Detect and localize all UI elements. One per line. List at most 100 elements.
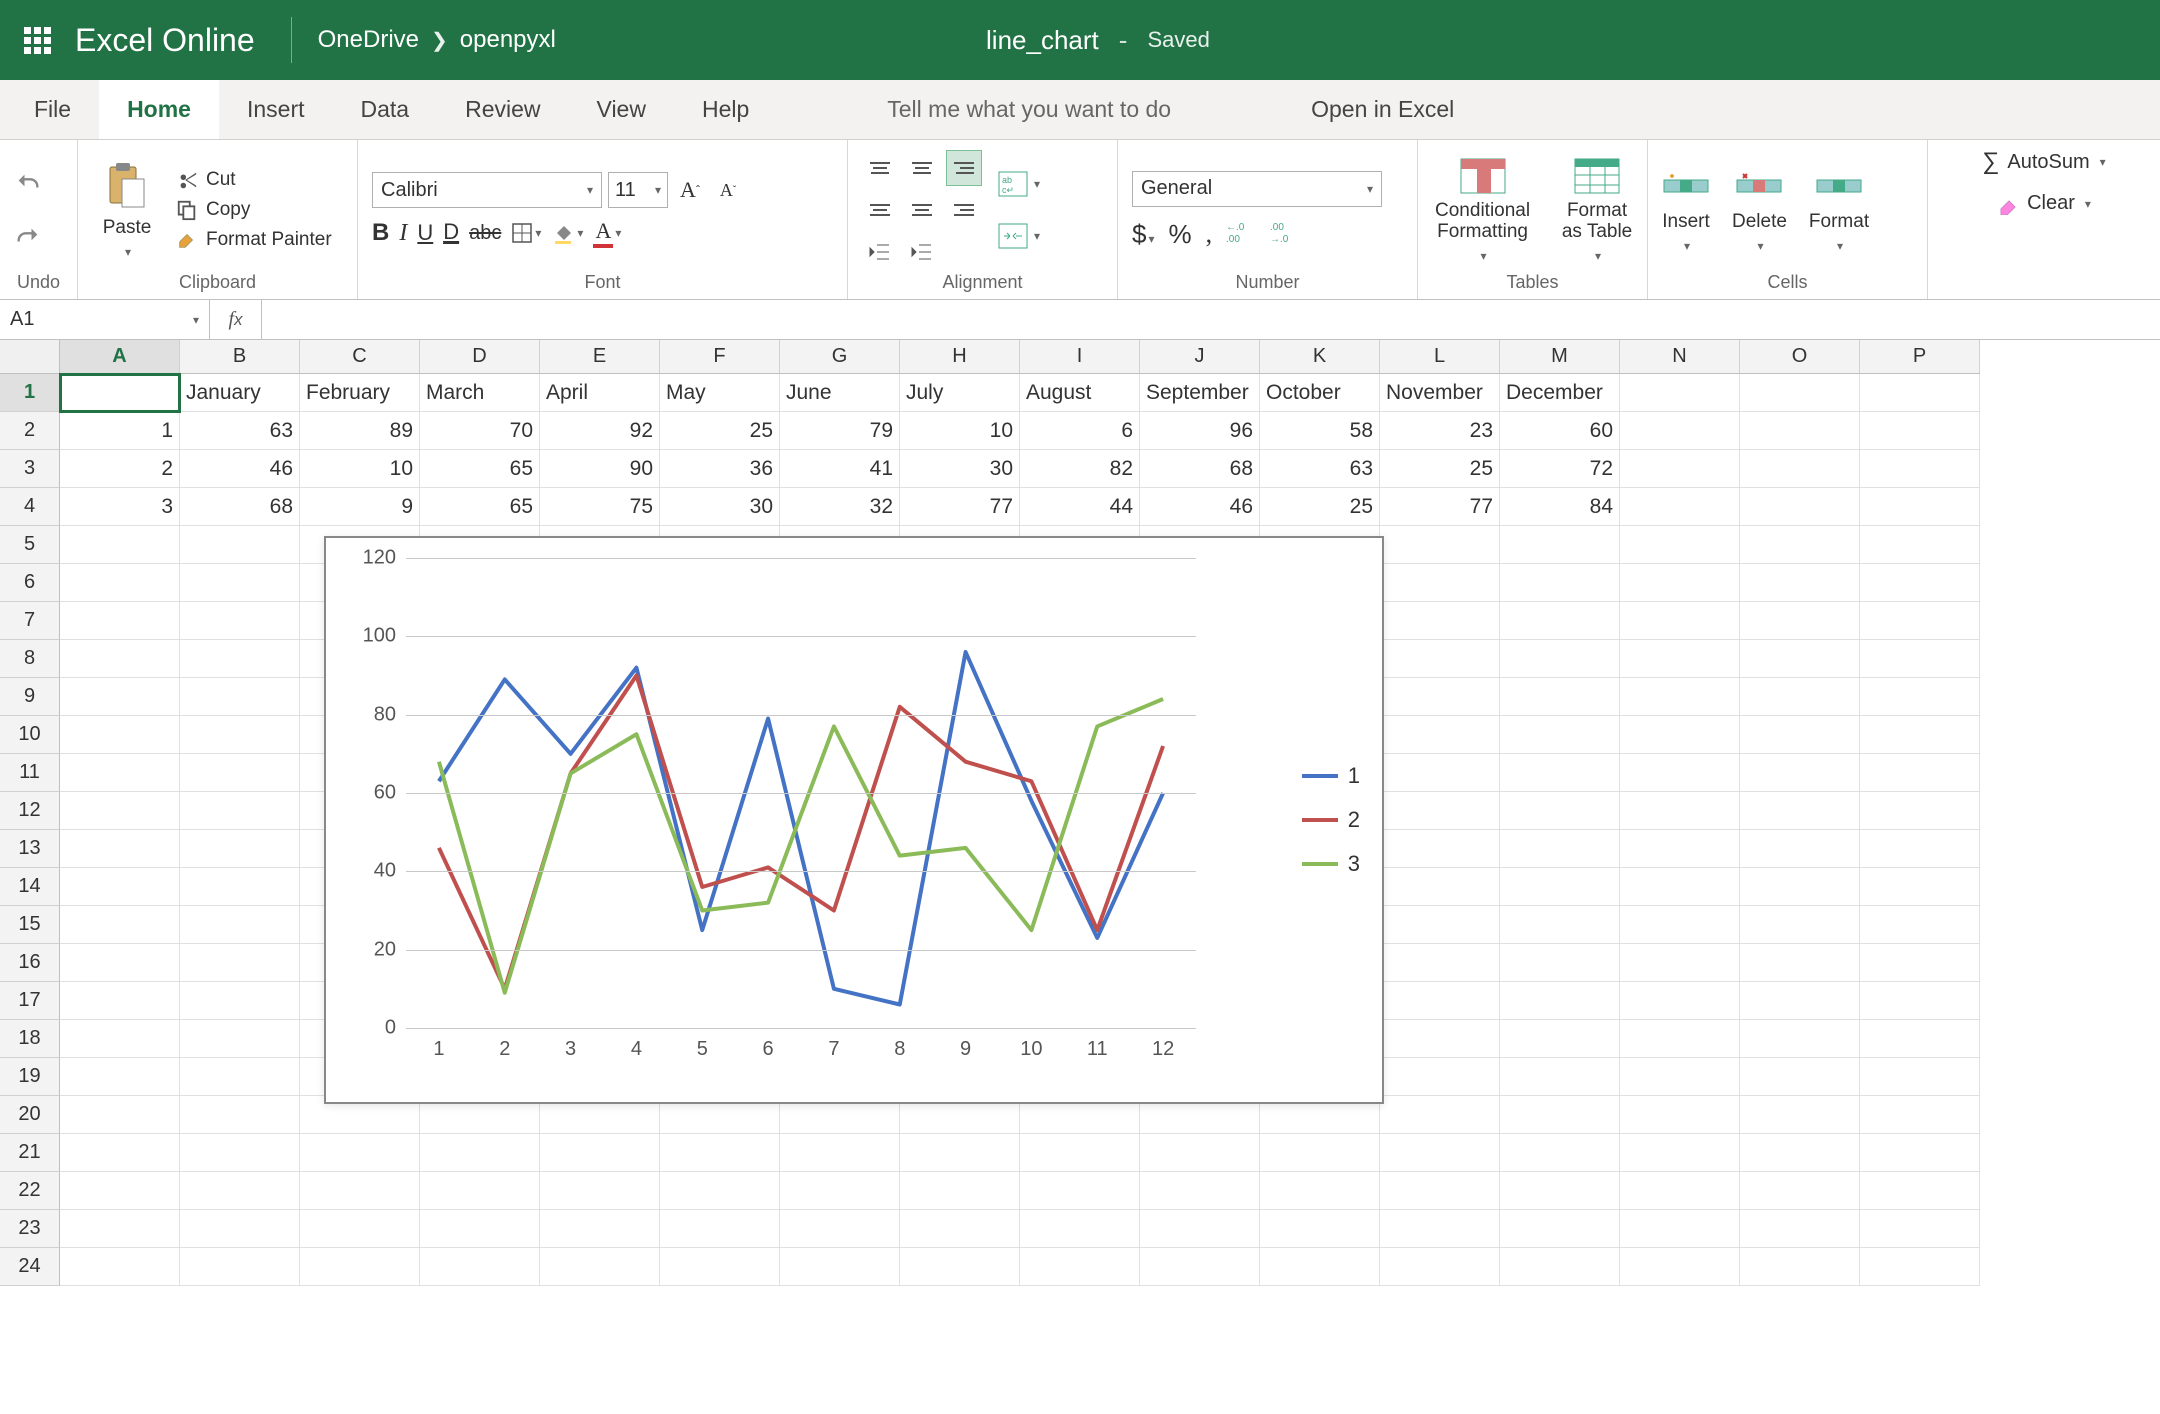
row-header[interactable]: 19	[0, 1058, 60, 1096]
cell[interactable]	[1860, 1210, 1980, 1248]
cell[interactable]	[1740, 602, 1860, 640]
cell[interactable]	[540, 1172, 660, 1210]
font-color-button[interactable]: A ▾	[593, 218, 621, 248]
cell[interactable]	[1260, 1210, 1380, 1248]
cell[interactable]	[1740, 1172, 1860, 1210]
font-name-dropdown[interactable]: Calibri▾	[372, 172, 602, 208]
cell[interactable]	[1740, 1210, 1860, 1248]
cell[interactable]	[1500, 830, 1620, 868]
cell[interactable]	[1380, 1210, 1500, 1248]
comma-style-button[interactable]: ,	[1206, 219, 1213, 249]
fill-color-button[interactable]: ▾	[551, 221, 583, 245]
cell[interactable]	[60, 1020, 180, 1058]
currency-button[interactable]: $▾	[1132, 219, 1155, 250]
breadcrumb-folder[interactable]: openpyxl	[460, 26, 556, 54]
tab-review[interactable]: Review	[437, 80, 568, 139]
conditional-formatting-button[interactable]: Conditional Formatting▾	[1432, 157, 1533, 263]
cell[interactable]	[60, 1248, 180, 1286]
cell[interactable]	[1620, 450, 1740, 488]
row-header[interactable]: 18	[0, 1020, 60, 1058]
cell[interactable]	[60, 868, 180, 906]
cell[interactable]: 23	[1380, 412, 1500, 450]
cell[interactable]: July	[900, 374, 1020, 412]
cell[interactable]: June	[780, 374, 900, 412]
column-header[interactable]: O	[1740, 340, 1860, 374]
cell[interactable]	[1620, 412, 1740, 450]
cell[interactable]	[1860, 792, 1980, 830]
cell[interactable]	[180, 1172, 300, 1210]
cell[interactable]	[180, 906, 300, 944]
cell[interactable]: 84	[1500, 488, 1620, 526]
cell[interactable]	[60, 1210, 180, 1248]
cell[interactable]	[1020, 1134, 1140, 1172]
cell[interactable]	[900, 1134, 1020, 1172]
cell[interactable]	[1500, 982, 1620, 1020]
cell[interactable]	[1380, 1172, 1500, 1210]
cell[interactable]	[1620, 1210, 1740, 1248]
cell[interactable]: 25	[660, 412, 780, 450]
cell[interactable]	[180, 1210, 300, 1248]
cell[interactable]	[1020, 1172, 1140, 1210]
double-underline-button[interactable]: D	[443, 222, 459, 245]
tab-help[interactable]: Help	[674, 80, 777, 139]
cell[interactable]: 41	[780, 450, 900, 488]
cell[interactable]: 30	[660, 488, 780, 526]
cell[interactable]	[1740, 792, 1860, 830]
cell[interactable]	[180, 868, 300, 906]
format-painter-button[interactable]: Format Painter	[176, 229, 332, 251]
cell[interactable]	[1380, 868, 1500, 906]
row-header[interactable]: 20	[0, 1096, 60, 1134]
app-launcher-button[interactable]	[0, 27, 75, 54]
row-header[interactable]: 11	[0, 754, 60, 792]
chart-object[interactable]: 020406080100120123456789101112 123	[324, 536, 1384, 1104]
cell[interactable]	[540, 1210, 660, 1248]
cell[interactable]	[1380, 526, 1500, 564]
cell[interactable]: September	[1140, 374, 1260, 412]
tell-me-search[interactable]: Tell me what you want to do	[837, 80, 1221, 139]
cell[interactable]	[60, 640, 180, 678]
cell[interactable]	[1740, 1020, 1860, 1058]
cell[interactable]	[300, 1172, 420, 1210]
cell[interactable]: May	[660, 374, 780, 412]
cell[interactable]: 10	[300, 450, 420, 488]
row-header[interactable]: 6	[0, 564, 60, 602]
cell[interactable]	[1500, 1172, 1620, 1210]
row-header[interactable]: 9	[0, 678, 60, 716]
cell[interactable]	[1500, 1134, 1620, 1172]
cell[interactable]	[180, 830, 300, 868]
align-mid-left-button[interactable]	[862, 192, 898, 228]
cell[interactable]	[1500, 792, 1620, 830]
cell[interactable]	[1380, 792, 1500, 830]
align-top-left-button[interactable]	[862, 150, 898, 186]
cell[interactable]	[60, 830, 180, 868]
cell[interactable]	[60, 678, 180, 716]
cell[interactable]	[1620, 982, 1740, 1020]
cell[interactable]	[1380, 754, 1500, 792]
cell[interactable]	[1620, 1058, 1740, 1096]
cell[interactable]	[660, 1210, 780, 1248]
cell[interactable]	[180, 640, 300, 678]
row-header[interactable]: 5	[0, 526, 60, 564]
cell[interactable]	[180, 944, 300, 982]
cell[interactable]: January	[180, 374, 300, 412]
cell[interactable]	[1860, 868, 1980, 906]
cell[interactable]	[60, 526, 180, 564]
cell[interactable]	[180, 1248, 300, 1286]
cell[interactable]	[1140, 1172, 1260, 1210]
cell[interactable]	[60, 1172, 180, 1210]
cell[interactable]	[1620, 678, 1740, 716]
cell[interactable]	[1380, 678, 1500, 716]
cell[interactable]: 77	[1380, 488, 1500, 526]
cell[interactable]	[1740, 716, 1860, 754]
cell[interactable]	[1740, 488, 1860, 526]
cell[interactable]: 65	[420, 450, 540, 488]
decrease-decimal-button[interactable]: .00→.0	[1270, 220, 1300, 249]
wrap-text-button[interactable]: abc↵ ▾	[998, 163, 1040, 205]
cell[interactable]: April	[540, 374, 660, 412]
row-header[interactable]: 3	[0, 450, 60, 488]
cell[interactable]	[1860, 374, 1980, 412]
cell[interactable]	[1380, 716, 1500, 754]
cell[interactable]	[60, 602, 180, 640]
cell[interactable]	[1620, 1134, 1740, 1172]
bold-button[interactable]: B	[372, 219, 389, 247]
